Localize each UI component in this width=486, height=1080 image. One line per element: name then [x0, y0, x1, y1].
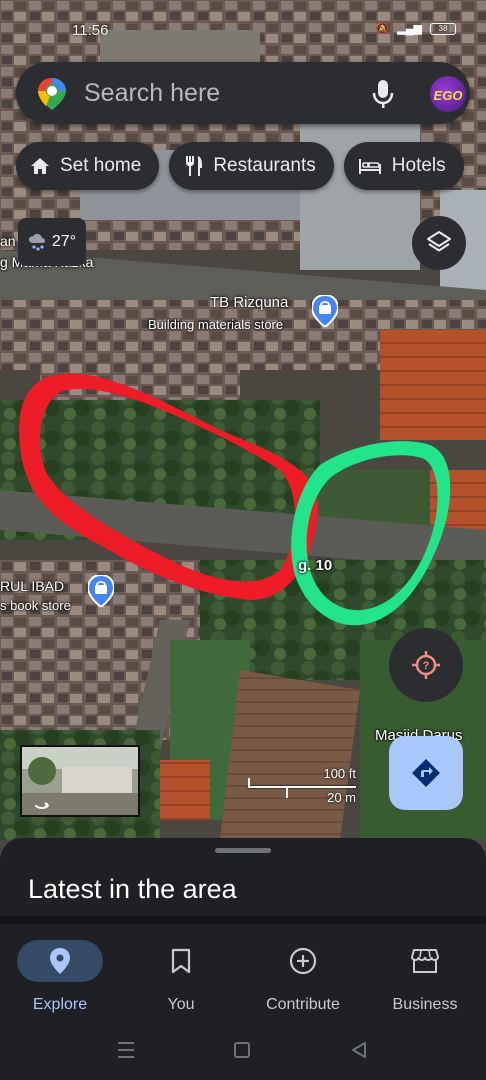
battery-level: 38: [438, 23, 448, 33]
home-nav-icon[interactable]: [234, 1042, 250, 1058]
home-icon: [31, 158, 49, 174]
mute-icon: 🔕: [375, 23, 390, 35]
book-store-poi-icon[interactable]: [88, 575, 114, 607]
location-pin-icon: [50, 948, 70, 974]
chip-label: Restaurants: [213, 155, 316, 176]
recent-apps-icon[interactable]: [118, 1042, 134, 1058]
directions-button[interactable]: [389, 736, 463, 810]
microphone-icon[interactable]: [372, 79, 394, 109]
sheet-heading: Latest in the area: [28, 874, 237, 904]
street-view-image: [22, 747, 138, 815]
street-view-thumbnail[interactable]: [20, 745, 140, 817]
nav-contribute-icon-wrap: [260, 940, 346, 982]
status-bar: 11:56 🔕 ▂▄▆ 38: [0, 0, 486, 60]
status-icons: 🔕 ▂▄▆ 38: [376, 22, 456, 35]
nav-contribute[interactable]: Contribute: [243, 940, 363, 1014]
map-scale: 100 ft 20 m: [248, 764, 358, 808]
map-label-fragment: an: [0, 233, 16, 249]
add-circle-icon: [289, 947, 317, 975]
system-navigation-bar: [0, 1024, 486, 1080]
nav-you[interactable]: You: [121, 940, 241, 1014]
battery-icon: 38: [430, 22, 456, 35]
search-input[interactable]: Search here: [84, 79, 220, 108]
scale-feet: 100 ft: [323, 766, 356, 781]
poi-store-name[interactable]: TB Rizquna: [210, 294, 288, 311]
location-target-icon: ?: [412, 651, 440, 679]
category-chips: Set home Restaurants Hotels: [16, 142, 464, 190]
scale-meters: 20 m: [327, 790, 356, 805]
street-label: g. 10: [298, 557, 333, 574]
system-nav-buttons: [118, 1042, 366, 1058]
my-location-button[interactable]: ?: [389, 628, 463, 702]
nav-you-icon-wrap: [138, 940, 224, 982]
store-poi-icon[interactable]: [312, 295, 338, 327]
poi-category-left: s book store: [0, 598, 71, 613]
nav-label: Contribute: [266, 996, 340, 1013]
poi-store-category: Building materials store: [148, 317, 284, 332]
nav-business-icon-wrap: [382, 940, 468, 982]
weather-temperature: 27°: [51, 233, 77, 250]
layers-button[interactable]: [412, 216, 466, 270]
status-time: 11:56: [72, 22, 109, 39]
nav-business[interactable]: Business: [365, 940, 485, 1014]
nav-explore[interactable]: Explore: [0, 940, 120, 1014]
bottom-navigation: Explore You Contribute Business: [0, 924, 486, 1024]
nav-label: You: [167, 996, 195, 1013]
nav-explore-icon-wrap: [17, 940, 103, 982]
storefront-icon: [411, 949, 439, 973]
nav-label: Explore: [32, 996, 88, 1013]
layers-icon: [427, 231, 451, 252]
search-bar[interactable]: Search here EGO: [16, 62, 470, 124]
svg-text:?: ?: [423, 660, 430, 672]
fork-knife-icon: [186, 156, 203, 176]
rain-cloud-icon: [28, 233, 45, 251]
directions-icon: [412, 759, 440, 787]
bookmark-icon: [171, 948, 191, 974]
chip-label: Set home: [60, 155, 142, 176]
signal-icon: ▂▄▆: [397, 23, 422, 35]
chip-restaurants[interactable]: Restaurants: [169, 142, 334, 190]
chip-hotels[interactable]: Hotels: [343, 142, 464, 190]
nav-label: Business: [392, 996, 458, 1013]
poi-name-left[interactable]: RUL IBAD: [0, 578, 64, 594]
chip-label: Hotels: [391, 155, 446, 176]
bed-icon: [358, 159, 381, 174]
back-nav-icon[interactable]: [352, 1042, 366, 1058]
chip-set-home[interactable]: Set home: [16, 142, 160, 190]
profile-avatar[interactable]: EGO: [428, 74, 468, 114]
weather-widget[interactable]: 27°: [18, 218, 86, 266]
google-maps-pin-icon: [38, 78, 66, 110]
sheet-drag-handle[interactable]: [215, 848, 271, 853]
avatar-text: EGO: [433, 88, 463, 103]
